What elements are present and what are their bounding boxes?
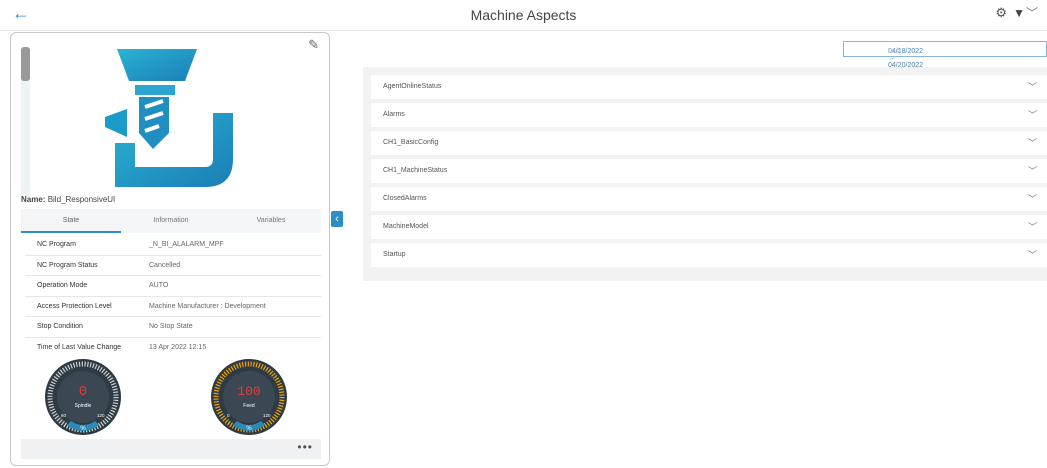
aspect-item[interactable]: AgentOnlineStatus ﹀ [371, 75, 1047, 99]
feed-max: 120 [263, 413, 271, 418]
date-range-picker[interactable]: 04/18/2022 → 04/20/2022 Last [843, 41, 1047, 69]
property-key: Access Protection Level [37, 302, 112, 310]
asset-card: ✎ Name: Bild_ResponsiveUI State Informat… [10, 32, 330, 466]
aspect-item[interactable]: CH1_BasicConfig ﹀ [371, 131, 1047, 155]
spindle-unit: % [80, 426, 86, 432]
image-scroll-thumb[interactable] [21, 47, 30, 81]
table-row: Operation Mode AUTO [25, 276, 321, 297]
spindle-max: 120 [97, 413, 105, 418]
table-row: Stop Condition No Stop State [25, 317, 321, 338]
property-value: No Stop State [149, 323, 193, 330]
date-range-suffix: Last [888, 48, 902, 55]
aspect-item[interactable]: Alarms ﹀ [371, 103, 1047, 127]
aspect-item[interactable]: ClosedAlarms ﹀ [371, 187, 1047, 211]
aspect-item[interactable]: CH1_MachineStatus ﹀ [371, 159, 1047, 183]
spindle-gauge: 0 Spindle 60 120 % [45, 359, 121, 435]
tab-variables[interactable]: Variables [221, 209, 321, 233]
tab-information[interactable]: Information [121, 209, 221, 233]
property-value: Machine Manufacturer : Development [149, 302, 266, 310]
feed-value: 100 [237, 384, 260, 399]
feed-unit: % [246, 426, 252, 432]
asset-name: Name: Bild_ResponsiveUI [21, 195, 115, 204]
property-table: NC Program _N_BI_ALALARM_MPF NC Program … [25, 235, 321, 357]
page-title: Machine Aspects [470, 7, 577, 23]
aspect-label: AgentOnlineStatus [383, 83, 442, 90]
chevron-down-icon[interactable]: ﹀ [1028, 220, 1037, 233]
aspect-label: MachineModel [383, 223, 429, 230]
card-footer: ••• [21, 439, 321, 459]
aspect-item[interactable]: MachineModel ﹀ [371, 215, 1047, 239]
property-value: AUTO [149, 282, 169, 289]
chevron-down-icon[interactable]: ﹀ [1028, 108, 1037, 121]
gear-icon[interactable]: ⚙ [995, 5, 1007, 21]
spindle-label: Spindle [75, 403, 92, 409]
asset-tabs: State Information Variables [21, 209, 321, 233]
milling-machine-image [105, 49, 233, 187]
property-value: 13 Apr 2022 12:15 [149, 343, 207, 351]
aspect-label: CH1_MachineStatus [383, 167, 448, 174]
chevron-down-icon[interactable]: ﹀ [1028, 192, 1037, 205]
table-row: Time of Last Value Change 13 Apr 2022 12… [25, 338, 321, 358]
property-key: Stop Condition [37, 323, 83, 330]
property-value: Cancelled [149, 261, 181, 269]
aspect-label: Alarms [383, 111, 405, 118]
aspect-label: Startup [383, 251, 406, 258]
chevron-down-icon[interactable]: ﹀ [1028, 164, 1037, 177]
chevron-down-icon[interactable]: ﹀ [1028, 80, 1037, 93]
aspect-label: CH1_BasicConfig [383, 139, 439, 146]
feed-gauge: 100 Feed 0 120 % [211, 359, 287, 435]
more-options-icon[interactable]: ••• [297, 440, 313, 454]
chevron-down-icon[interactable]: ﹀ [1028, 136, 1037, 149]
chevron-down-icon[interactable]: ﹀ [1026, 4, 1038, 21]
edit-icon[interactable]: ✎ [308, 37, 319, 53]
property-value: _N_BI_ALALARM_MPF [149, 241, 224, 248]
table-row: Access Protection Level Machine Manufact… [25, 297, 321, 317]
property-key: Operation Mode [37, 282, 88, 289]
chevron-down-icon[interactable]: ﹀ [1028, 248, 1037, 261]
name-value: Bild_ResponsiveUI [47, 195, 116, 204]
collapse-panel-button[interactable]: ‹ [331, 211, 343, 227]
tab-state[interactable]: State [21, 209, 121, 233]
header-bar: ← Machine Aspects ⚙ ▼ ﹀ [0, 0, 1047, 31]
property-key: NC Program Status [37, 261, 98, 269]
aspects-panel: AgentOnlineStatus ﹀ Alarms ﹀ CH1_BasicCo… [363, 67, 1047, 281]
aspect-item[interactable]: Startup ﹀ [371, 243, 1047, 267]
aspect-label: ClosedAlarms [383, 195, 427, 202]
property-key: NC Program [37, 241, 76, 248]
name-label: Name: [21, 195, 46, 204]
spindle-min: 60 [61, 413, 67, 418]
filter-icon[interactable]: ▼ [1013, 6, 1025, 20]
property-key: Time of Last Value Change [37, 343, 122, 351]
feed-label: Feed [243, 403, 255, 409]
spindle-value: 0 [79, 384, 87, 400]
table-row: NC Program _N_BI_ALALARM_MPF [25, 235, 321, 256]
table-row: NC Program Status Cancelled [25, 256, 321, 276]
